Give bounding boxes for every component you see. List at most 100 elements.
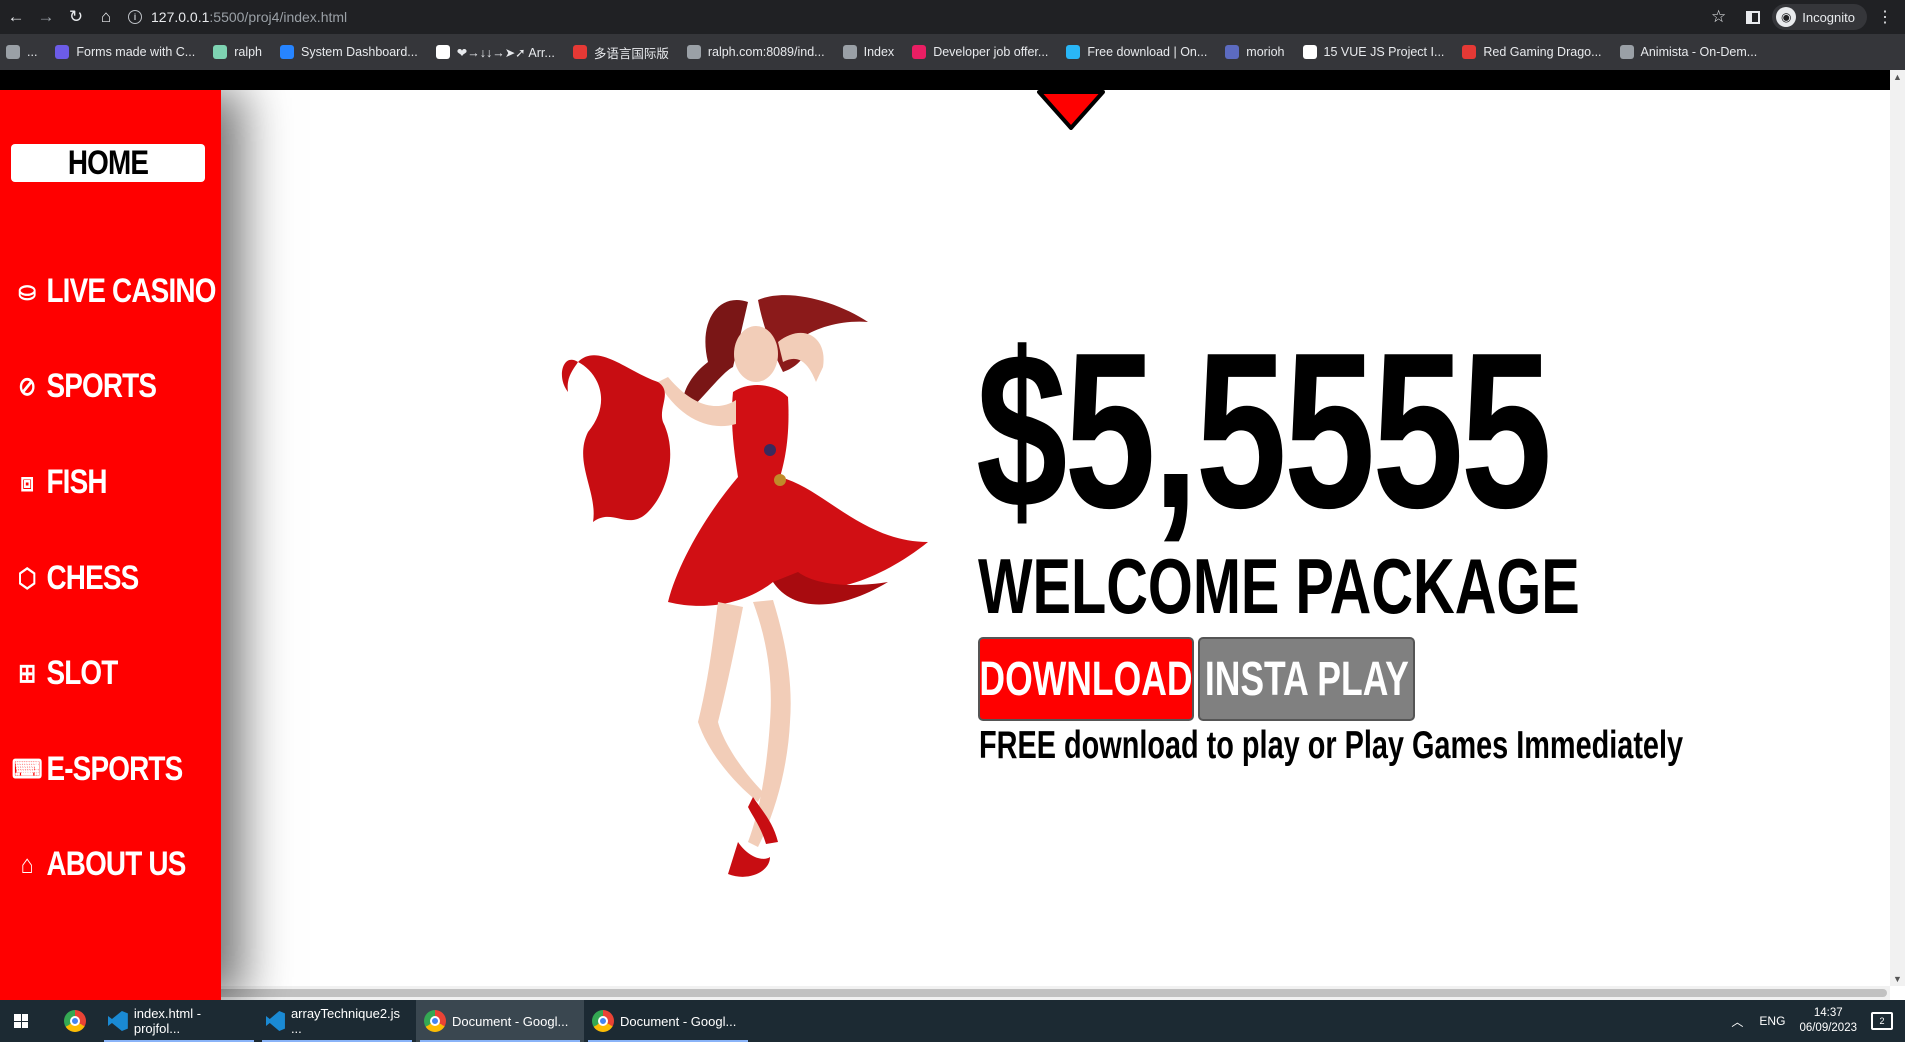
sidebar-item-sports[interactable]: ⊘ SPORTS [12,367,157,406]
taskbar-app[interactable] [56,1000,100,1042]
bookmark-item[interactable]: ... [6,45,37,59]
bookmark-label: 多语言国际版 [593,46,669,61]
download-button-label: DOWNLOAD [979,652,1193,706]
sidebar-item-label: SPORTS [46,367,157,405]
bookmark-label: ... [27,45,38,59]
ball-icon: ⊘ [18,371,36,401]
url-host: 127.0.0.1 [151,9,210,25]
bookmark-label: morioh [1246,45,1285,59]
horizontal-scrollbar[interactable] [0,986,1890,1000]
bookmark-item[interactable]: Developer job offer... [912,45,1048,59]
side-panel-icon[interactable] [1746,10,1761,24]
taskbar-app[interactable]: arrayTechnique2.js ... [258,1000,416,1042]
bookmark-favicon-icon [686,45,701,59]
sidebar-item-home[interactable]: HOME [11,144,205,182]
store-icon: ⌂ [20,849,34,879]
sidebar-item-label: HOME [67,143,149,182]
sidebar-item-e-sports[interactable]: ⌨ E-SPORTS [12,750,183,789]
dropdown-triangle-icon[interactable] [1037,90,1105,130]
bookmark-item[interactable]: Index [842,45,895,59]
taskbar-app[interactable]: index.html - projfol... [100,1000,258,1042]
forward-button[interactable]: → [32,3,60,31]
bookmark-favicon-icon [213,45,228,59]
bookmark-label: Free download | On... [1087,45,1208,59]
bookmark-star-icon[interactable]: ☆ [1711,7,1726,27]
insta-play-button[interactable]: INSTA PLAY [1198,637,1415,721]
bookmark-item[interactable]: System Dashboard... [280,45,418,59]
insta-play-button-label: INSTA PLAY [1204,652,1409,706]
scroll-up-icon[interactable]: ▲ [1893,72,1902,82]
bookmark-item[interactable]: ❤→↓↓→➤➚ Arr... [435,45,555,60]
sidebar-item-label: CHESS [46,559,139,597]
dancer-illustration [561,295,928,877]
horizontal-scroll-thumb[interactable] [2,989,1887,997]
bookmark-favicon-icon [842,45,857,59]
bookmark-label: Index [863,45,895,59]
sidebar-item-slot[interactable]: ⊞ SLOT [12,654,118,693]
page-viewport: HOME ⛀ LIVE CASINO ⊘ SPORTS ⧈ FISH ⬡ CHESS ⊞ SLOT… [0,70,1905,1000]
bookmark-item[interactable]: Forms made with C... [55,45,195,59]
notification-icon[interactable]: 2 [1871,1012,1893,1030]
sidebar: HOME ⛀ LIVE CASINO ⊘ SPORTS ⧈ FISH ⬡ CHESS ⊞ SLOT… [0,90,221,1000]
profile-label: Incognito [1802,9,1855,25]
bookmark-label: ❤→↓↓→➤➚ Arr... [456,45,555,60]
taskbar-app-label: Document - Googl... [452,1013,569,1029]
clock-time: 14:37 [1813,1007,1843,1019]
sidebar-item-label: ABOUT US [46,845,186,883]
language-indicator[interactable]: ENG [1759,1014,1785,1028]
sidebar-item-about-us[interactable]: ⌂ ABOUT US [12,845,187,884]
bookmark-item[interactable]: morioh [1225,45,1285,59]
bookmark-label: Red Gaming Drago... [1483,45,1602,59]
chess-icon: ⬡ [17,563,37,593]
download-button[interactable]: DOWNLOAD [978,637,1194,721]
bookmark-favicon-icon [1619,45,1634,59]
vertical-scrollbar[interactable]: ▲ ▼ [1890,70,1905,986]
bookmark-label: ralph.com:8089/ind... [707,45,825,59]
sidebar-item-fish[interactable]: ⧈ FISH [12,463,107,502]
sidebar-item-chess[interactable]: ⬡ CHESS [12,559,139,598]
bookmark-favicon-icon [1225,45,1240,59]
bookmark-item[interactable]: Red Gaming Drago... [1462,45,1602,59]
scroll-down-icon[interactable]: ▼ [1893,974,1902,984]
home-icon[interactable]: ⌂ [92,3,120,31]
url-path: :5500/proj4/index.html [209,9,348,25]
taskbar-app-label: arrayTechnique2.js ... [290,1006,401,1036]
bookmark-label: 15 VUE JS Project I... [1323,45,1445,59]
bookmark-favicon-icon [912,45,927,59]
clock[interactable]: 14:37 06/09/2023 [1799,1006,1857,1036]
bookmark-item[interactable]: Animista - On-Dem... [1619,45,1757,59]
incognito-icon: ◉ [1776,7,1797,27]
vscode-icon [266,1011,285,1031]
welcome-package-heading: WELCOME PACKAGE [978,542,1580,630]
vscode-icon [108,1011,128,1031]
tray-chevron-icon[interactable]: ︿ [1731,1013,1743,1030]
bookmark-favicon-icon [280,45,294,59]
browser-toolbar: ← → ↻ ⌂ i 127.0.0.1:5500/proj4/index.htm… [0,0,1905,34]
bookmark-label: System Dashboard... [301,45,418,59]
bookmark-item[interactable]: 多语言国际版 [572,43,669,62]
site-info-icon[interactable]: i [128,10,142,24]
address-bar[interactable]: i 127.0.0.1:5500/proj4/index.html [128,9,347,25]
bookmark-favicon-icon [435,45,450,59]
windows-start-icon[interactable] [0,1000,42,1042]
fish-card-icon: ⧈ [20,466,34,497]
bookmark-favicon-icon [6,45,20,59]
sidebar-item-live-casino[interactable]: ⛀ LIVE CASINO [12,272,216,311]
system-tray: ︿ ENG 14:37 06/09/2023 2 [1731,1000,1905,1042]
sidebar-item-label: LIVE CASINO [46,272,216,310]
taskbar-app[interactable]: Document - Googl... [584,1000,752,1042]
taskbar-app[interactable]: Document - Googl... [416,1000,584,1042]
bookmark-favicon-icon [55,45,70,59]
bookmark-favicon-icon [1066,45,1081,59]
menu-icon[interactable]: ⋮ [1877,7,1893,27]
back-button[interactable]: ← [2,3,30,31]
top-black-bar [0,70,1890,90]
bookmark-item[interactable]: Free download | On... [1066,45,1207,59]
chip-icon: ⛀ [18,276,36,306]
reload-button[interactable]: ↻ [62,3,90,31]
clock-date: 06/09/2023 [1799,1022,1857,1034]
bookmark-item[interactable]: 15 VUE JS Project I... [1302,45,1445,59]
bookmark-item[interactable]: ralph.com:8089/ind... [686,45,825,59]
bookmark-item[interactable]: ralph [213,45,262,59]
incognito-badge[interactable]: ◉ Incognito [1772,4,1867,30]
